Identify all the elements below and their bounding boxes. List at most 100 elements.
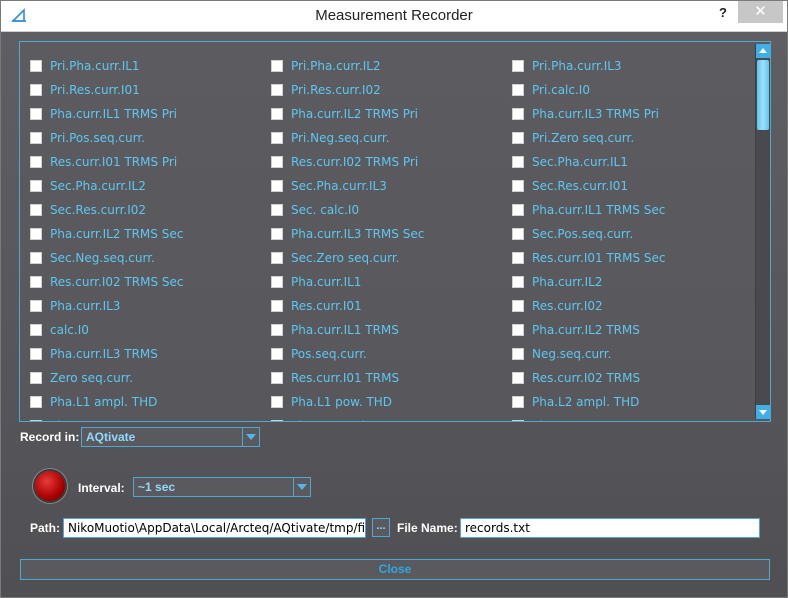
signal-item[interactable]: Pri.Pha.curr.IL2 [271, 54, 424, 78]
signal-item[interactable]: Pha.curr.IL2 TRMS [512, 318, 666, 342]
signal-item[interactable]: Pha.curr.IL2 [512, 270, 666, 294]
signal-checkbox[interactable] [271, 348, 283, 360]
signal-item[interactable]: Pri.Res.curr.I02 [271, 78, 424, 102]
close-button[interactable]: Close [20, 559, 770, 580]
signal-item[interactable]: Sec.Pha.curr.IL3 [271, 174, 424, 198]
signal-item[interactable]: Res.curr.I02 [512, 294, 666, 318]
signal-checkbox[interactable] [271, 420, 283, 421]
signal-item[interactable]: Pha.L2 pow. THD [30, 414, 184, 421]
signal-item[interactable]: Pri.Zero seq.curr. [512, 126, 666, 150]
signal-checkbox[interactable] [30, 204, 42, 216]
signal-item[interactable]: Pha.curr.IL3 TRMS [30, 342, 184, 366]
signal-item[interactable]: Pri.Pha.curr.IL1 [30, 54, 184, 78]
signal-checkbox[interactable] [30, 156, 42, 168]
signal-item[interactable]: Res.curr.I02 TRMS [512, 366, 666, 390]
signal-item[interactable]: Sec.Zero seq.curr. [271, 246, 424, 270]
signal-item[interactable]: Res.curr.I01 TRMS Pri [30, 150, 184, 174]
signal-item[interactable]: Sec.Pos.seq.curr. [512, 222, 666, 246]
signal-item[interactable]: calc.I0 [30, 318, 184, 342]
signal-item[interactable]: Pri.Pha.curr.IL3 [512, 54, 666, 78]
signal-item[interactable]: Pha.L2 ampl. THD [512, 390, 666, 414]
signal-item[interactable]: Res.curr.I01 TRMS [271, 366, 424, 390]
signal-checkbox[interactable] [512, 156, 524, 168]
signal-item[interactable]: Res.curr.I01 TRMS Sec [512, 246, 666, 270]
chevron-down-icon[interactable] [242, 428, 259, 446]
help-button[interactable]: ? [713, 3, 733, 23]
signal-item[interactable]: Neg.seq.curr. [512, 342, 666, 366]
signal-checkbox[interactable] [271, 300, 283, 312]
interval-dropdown[interactable]: ~1 sec [133, 477, 311, 497]
record-in-dropdown[interactable]: AQtivate [81, 427, 260, 447]
signal-checkbox[interactable] [30, 132, 42, 144]
signal-checkbox[interactable] [512, 396, 524, 408]
signal-checkbox[interactable] [271, 60, 283, 72]
signal-item[interactable]: Sec.Neg.seq.curr. [30, 246, 184, 270]
signal-checkbox[interactable] [271, 228, 283, 240]
signal-checkbox[interactable] [30, 420, 42, 421]
record-button[interactable] [35, 471, 65, 501]
signal-item[interactable]: Pha.curr.IL3 TRMS Pri [512, 102, 666, 126]
signal-checkbox[interactable] [271, 84, 283, 96]
signal-checkbox[interactable] [512, 132, 524, 144]
signal-item[interactable]: Pha.curr.IL1 TRMS Sec [512, 198, 666, 222]
scroll-down-arrow-icon[interactable] [756, 405, 770, 419]
signal-item[interactable]: Pha.L3 pow. THD [512, 414, 666, 421]
signal-checkbox[interactable] [512, 348, 524, 360]
signal-checkbox[interactable] [30, 396, 42, 408]
signal-checkbox[interactable] [512, 180, 524, 192]
scroll-thumb[interactable] [757, 60, 769, 130]
signal-item[interactable]: Pha.curr.IL2 TRMS Sec [30, 222, 184, 246]
signal-checkbox[interactable] [512, 420, 524, 421]
signal-item[interactable]: Pha.curr.IL1 [271, 270, 424, 294]
signal-checkbox[interactable] [271, 372, 283, 384]
signal-item[interactable]: Res.curr.I01 [271, 294, 424, 318]
signal-item[interactable]: Pri.Res.curr.I01 [30, 78, 184, 102]
signal-checkbox[interactable] [30, 60, 42, 72]
signal-item[interactable]: Pha.L1 ampl. THD [30, 390, 184, 414]
signal-item[interactable]: Sec.Pha.curr.IL2 [30, 174, 184, 198]
signal-item[interactable]: Res.curr.I02 TRMS Pri [271, 150, 424, 174]
signal-item[interactable]: Pri.Neg.seq.curr. [271, 126, 424, 150]
signal-item[interactable]: Pha.curr.IL1 TRMS Pri [30, 102, 184, 126]
scroll-up-arrow-icon[interactable] [756, 44, 770, 58]
signal-checkbox[interactable] [30, 324, 42, 336]
signal-checkbox[interactable] [512, 300, 524, 312]
signal-checkbox[interactable] [30, 372, 42, 384]
signal-checkbox[interactable] [271, 108, 283, 120]
file-name-input[interactable]: records.txt [460, 518, 760, 538]
signal-item[interactable]: Pha.L1 pow. THD [271, 390, 424, 414]
signal-item[interactable]: Pha.curr.IL3 [30, 294, 184, 318]
signal-checkbox[interactable] [271, 252, 283, 264]
signal-checkbox[interactable] [30, 348, 42, 360]
signal-checkbox[interactable] [512, 204, 524, 216]
signal-checkbox[interactable] [512, 84, 524, 96]
signal-item[interactable]: Zero seq.curr. [30, 366, 184, 390]
signal-item[interactable]: Res.curr.I02 TRMS Sec [30, 270, 184, 294]
signal-checkbox[interactable] [512, 252, 524, 264]
signal-checkbox[interactable] [271, 276, 283, 288]
signal-item[interactable]: Sec.Res.curr.I02 [30, 198, 184, 222]
signal-checkbox[interactable] [30, 276, 42, 288]
signal-item[interactable]: Pos.seq.curr. [271, 342, 424, 366]
signal-checkbox[interactable] [271, 132, 283, 144]
browse-button[interactable]: ... [372, 518, 390, 537]
signal-checkbox[interactable] [512, 324, 524, 336]
signal-item[interactable]: Pha.curr.IL3 TRMS Sec [271, 222, 424, 246]
path-input[interactable]: NikoMuotio\AppData\Local/Arcteq/AQtivate… [63, 518, 366, 538]
signal-checkbox[interactable] [512, 276, 524, 288]
signal-item[interactable]: Pri.calc.I0 [512, 78, 666, 102]
chevron-down-icon[interactable] [293, 478, 310, 496]
signal-item[interactable]: Pha.curr.IL2 TRMS Pri [271, 102, 424, 126]
signal-checkbox[interactable] [512, 60, 524, 72]
vertical-scrollbar[interactable] [755, 44, 770, 419]
signal-item[interactable]: Pha.L3 ampl. THD [271, 414, 424, 421]
signal-checkbox[interactable] [512, 372, 524, 384]
signal-checkbox[interactable] [30, 228, 42, 240]
signal-item[interactable]: Pri.Pos.seq.curr. [30, 126, 184, 150]
signal-checkbox[interactable] [271, 324, 283, 336]
signal-checkbox[interactable] [512, 108, 524, 120]
signal-item[interactable]: Sec.Pha.curr.IL1 [512, 150, 666, 174]
signal-checkbox[interactable] [30, 300, 42, 312]
signal-item[interactable]: Sec.Res.curr.I01 [512, 174, 666, 198]
signal-checkbox[interactable] [512, 228, 524, 240]
